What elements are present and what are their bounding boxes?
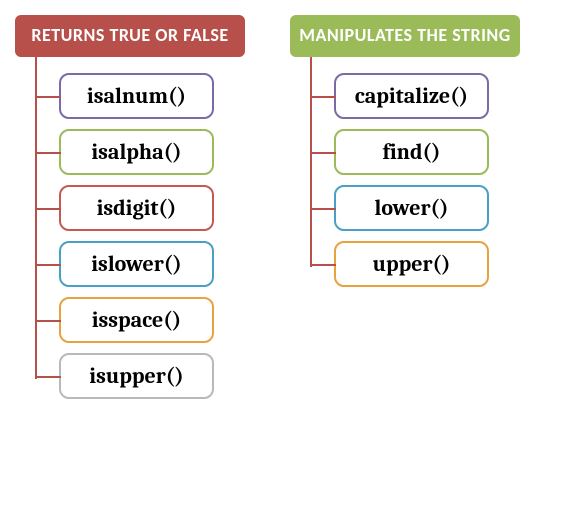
- method-isalpha: isalpha(): [59, 129, 214, 175]
- tree-manipulates-string: capitalize() find() lower() upper(): [290, 57, 520, 297]
- column-returns-bool: RETURNS TRUE OR FALSE isalnum() isalpha(…: [15, 15, 245, 409]
- method-upper: upper(): [334, 241, 489, 287]
- spine-mask: [33, 381, 39, 409]
- method-capitalize: capitalize(): [334, 73, 489, 119]
- column-manipulates-string: MANIPULATES THE STRING capitalize() find…: [290, 15, 520, 297]
- spine-mask: [308, 269, 314, 297]
- method-isupper: isupper(): [59, 353, 214, 399]
- column-header: RETURNS TRUE OR FALSE: [15, 15, 245, 57]
- tree-returns-bool: isalnum() isalpha() isdigit() islower() …: [15, 57, 245, 409]
- method-isspace: isspace(): [59, 297, 214, 343]
- diagram-root: RETURNS TRUE OR FALSE isalnum() isalpha(…: [15, 15, 566, 409]
- method-islower: islower(): [59, 241, 214, 287]
- method-find: find(): [334, 129, 489, 175]
- column-header: MANIPULATES THE STRING: [290, 15, 520, 57]
- method-isdigit: isdigit(): [59, 185, 214, 231]
- method-lower: lower(): [334, 185, 489, 231]
- method-isalnum: isalnum(): [59, 73, 214, 119]
